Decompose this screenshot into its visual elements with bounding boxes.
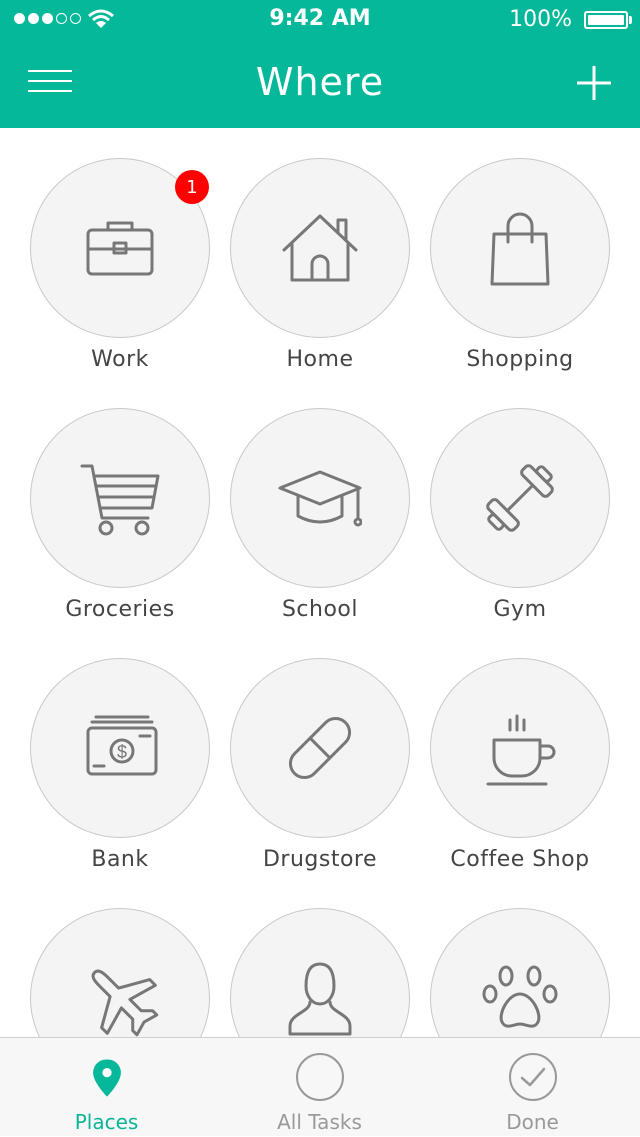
status-bar: 9:42 AM 100% — [0, 0, 640, 40]
graduation-cap-icon — [278, 470, 362, 527]
nav-bar: Where — [0, 40, 640, 128]
money-icon: $ — [86, 715, 158, 776]
circle-icon — [295, 1053, 344, 1101]
tab-all-tasks[interactable]: All Tasks — [213, 1038, 426, 1137]
place-tile-11[interactable] — [230, 908, 410, 1037]
shopping-bag-icon — [490, 212, 550, 286]
place-tile-12[interactable] — [430, 908, 610, 1037]
place-tile-school[interactable]: School — [230, 408, 410, 658]
airplane-icon — [91, 969, 159, 1037]
map-pin-icon — [92, 1059, 121, 1097]
place-label: Shopping — [466, 347, 574, 372]
place-label: Groceries — [65, 597, 175, 622]
place-label: Bank — [91, 847, 149, 872]
check-circle-icon — [508, 1053, 557, 1101]
places-grid: Work 1 Home Shopping Groceries School Gym $ Bank… — [0, 128, 640, 1037]
battery-icon — [584, 11, 628, 29]
tab-label: All Tasks — [277, 1110, 362, 1134]
place-tile-groceries[interactable]: Groceries — [30, 408, 210, 658]
place-circle — [30, 908, 210, 1037]
coffee-cup-icon — [486, 714, 556, 786]
shopping-cart-icon — [80, 464, 160, 536]
place-circle — [430, 658, 610, 838]
place-tile-bank[interactable]: $ Bank — [30, 658, 210, 908]
place-tile-coffee-shop[interactable]: Coffee Shop — [430, 658, 610, 908]
place-tile-drugstore[interactable]: Drugstore — [230, 658, 410, 908]
tab-done[interactable]: Done — [426, 1038, 639, 1137]
place-circle: $ — [30, 658, 210, 838]
place-circle — [230, 158, 410, 338]
paw-icon — [482, 965, 558, 1028]
tab-bar: Places All Tasks Done — [0, 1037, 640, 1136]
place-label: Drugstore — [262, 847, 378, 872]
dumbbell-icon — [486, 464, 554, 532]
place-circle — [430, 908, 610, 1037]
tab-label: Done — [506, 1110, 559, 1134]
pill-icon — [288, 716, 352, 780]
tab-label: Places — [74, 1110, 139, 1134]
person-icon — [288, 962, 352, 1036]
tab-places[interactable]: Places — [0, 1038, 213, 1137]
place-tile-home[interactable]: Home — [230, 158, 410, 408]
page-title: Where — [255, 60, 385, 104]
place-tile-10[interactable] — [30, 908, 210, 1037]
svg-text:$: $ — [117, 742, 127, 762]
battery-percent: 100% — [509, 7, 572, 32]
place-label: Home — [286, 347, 354, 372]
house-icon — [282, 214, 358, 282]
place-label: Work — [91, 347, 149, 372]
app-header: 9:42 AM 100% Where — [0, 0, 640, 128]
place-circle — [230, 908, 410, 1037]
notification-badge: 1 — [175, 170, 209, 204]
place-label: Gym — [493, 597, 547, 622]
place-circle — [230, 408, 410, 588]
place-circle — [230, 658, 410, 838]
place-tile-gym[interactable]: Gym — [430, 408, 610, 658]
briefcase-icon — [86, 221, 154, 276]
place-label: School — [281, 597, 359, 622]
plus-icon[interactable] — [576, 64, 612, 102]
place-circle — [430, 408, 610, 588]
place-tile-work[interactable]: Work 1 — [30, 158, 210, 408]
place-label: Coffee Shop — [450, 847, 590, 872]
place-circle — [30, 408, 210, 588]
place-circle — [430, 158, 610, 338]
place-tile-shopping[interactable]: Shopping — [430, 158, 610, 408]
